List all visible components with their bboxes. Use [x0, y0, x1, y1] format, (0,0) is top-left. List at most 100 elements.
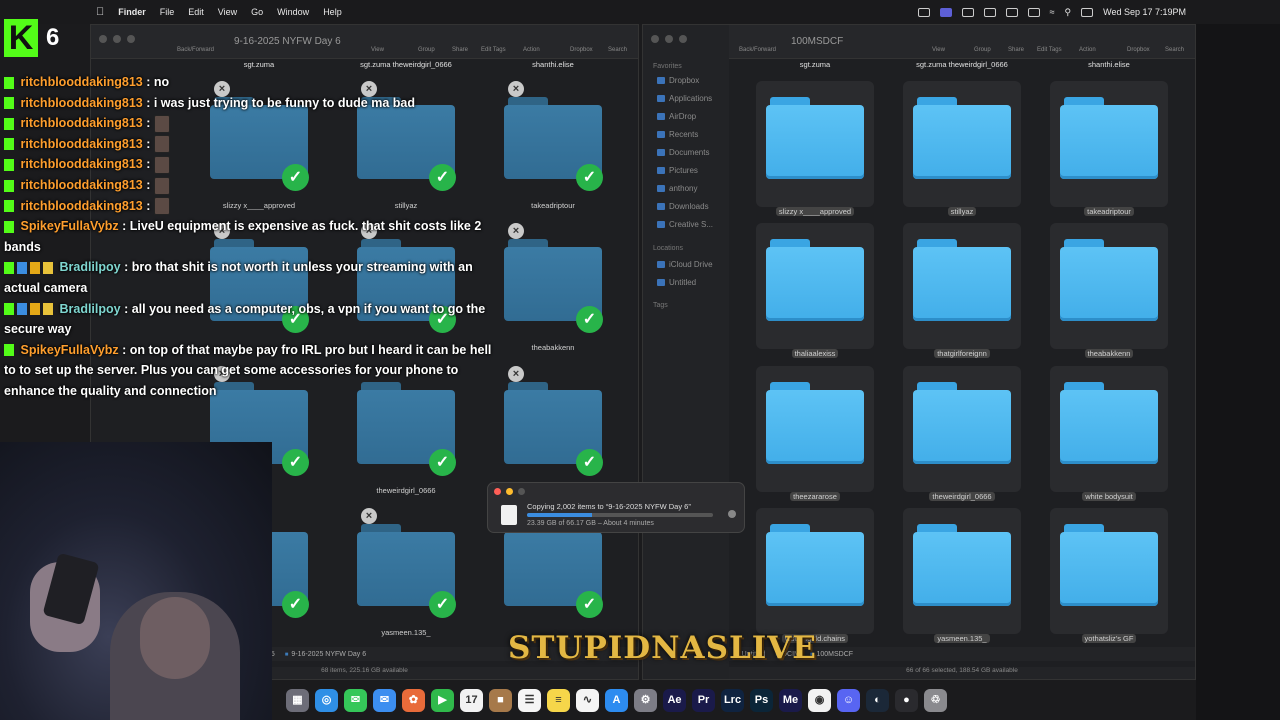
search-button[interactable]: Search	[1165, 47, 1184, 53]
share-button[interactable]: Share	[1008, 47, 1024, 53]
folder-icon[interactable]	[766, 97, 864, 179]
minimize-button[interactable]	[665, 35, 673, 43]
launchpad-icon[interactable]: ▦	[286, 688, 309, 712]
back-forward-button[interactable]: Back/Forward	[739, 47, 776, 53]
close-icon[interactable]: ×	[508, 81, 524, 97]
chat-username[interactable]: SpikeyFullaVybz	[20, 343, 118, 357]
chat-username[interactable]: ritchblooddaking813	[20, 116, 142, 130]
folder-icon[interactable]	[1060, 97, 1158, 179]
sidebar-item-dropbox[interactable]: Dropbox	[657, 76, 699, 85]
zoom-button[interactable]	[679, 35, 687, 43]
search-button[interactable]: Search	[608, 47, 627, 53]
folder-icon[interactable]	[1060, 524, 1158, 606]
system-settings-icon[interactable]: ⚙	[634, 688, 657, 712]
minimize-button[interactable]	[113, 35, 121, 43]
photos-icon[interactable]: ✿	[402, 688, 425, 712]
search-icon[interactable]: ⚲	[1065, 7, 1072, 18]
obs-icon[interactable]: ●	[895, 688, 918, 712]
reminders-icon[interactable]: ☰	[518, 688, 541, 712]
close-button[interactable]	[494, 488, 501, 495]
contacts-icon[interactable]: ■	[489, 688, 512, 712]
chat-username[interactable]: ritchblooddaking813	[20, 178, 142, 192]
freeform-icon[interactable]: ∿	[576, 688, 599, 712]
menu-go[interactable]: Go	[251, 7, 263, 17]
photoshop-icon[interactable]: Ps	[750, 688, 773, 712]
close-icon[interactable]: ×	[361, 508, 377, 524]
view-button[interactable]: View	[932, 47, 945, 53]
folder-icon[interactable]	[1060, 239, 1158, 321]
close-button[interactable]	[99, 35, 107, 43]
sidebar-item-downloads[interactable]: Downloads	[657, 202, 709, 211]
sidebar-item-untitled[interactable]: Untitled	[657, 278, 696, 287]
folder-icon[interactable]	[913, 97, 1011, 179]
app-store-icon[interactable]: A	[605, 688, 628, 712]
stop-copy-icon[interactable]	[728, 510, 736, 518]
menu-edit[interactable]: Edit	[188, 7, 204, 17]
folder-icon[interactable]	[766, 382, 864, 464]
mail-icon[interactable]: ✉	[373, 688, 396, 712]
edit-tags-button[interactable]: Edit Tags	[1037, 47, 1062, 53]
action-button[interactable]: Action	[1079, 47, 1096, 53]
sidebar-item-creative-s[interactable]: Creative S...	[657, 220, 713, 229]
zoom-button[interactable]	[518, 488, 525, 495]
menubar-clock[interactable]: Wed Sep 17 7:19PM	[1103, 7, 1186, 17]
media-encoder-icon[interactable]: Me	[779, 688, 802, 712]
status-icon[interactable]	[961, 7, 974, 17]
battery-icon[interactable]	[1027, 7, 1040, 17]
screen-record-icon[interactable]	[939, 7, 952, 17]
chat-username[interactable]: Bradlilpoy	[59, 302, 120, 316]
chrome-icon[interactable]: ◉	[808, 688, 831, 712]
view-button[interactable]: View	[371, 47, 384, 53]
zoom-button[interactable]	[127, 35, 135, 43]
notes-icon[interactable]: ≡	[547, 688, 570, 712]
folder-icon[interactable]	[913, 382, 1011, 464]
calendar-icon[interactable]: 17	[460, 688, 483, 712]
menu-help[interactable]: Help	[323, 7, 342, 17]
folder-icon[interactable]	[913, 524, 1011, 606]
chat-username[interactable]: Bradlilpoy	[59, 260, 120, 274]
share-button[interactable]: Share	[452, 47, 468, 53]
chat-username[interactable]: ritchblooddaking813	[20, 157, 142, 171]
close-button[interactable]	[651, 35, 659, 43]
sidebar-item-applications[interactable]: Applications	[657, 94, 712, 103]
edit-tags-button[interactable]: Edit Tags	[481, 47, 506, 53]
folder-icon[interactable]	[766, 524, 864, 606]
sidebar-item-documents[interactable]: Documents	[657, 148, 709, 157]
chat-username[interactable]: ritchblooddaking813	[20, 137, 142, 151]
menu-view[interactable]: View	[218, 7, 237, 17]
chat-username[interactable]: SpikeyFullaVybz	[20, 219, 118, 233]
discord-icon[interactable]: ☺	[837, 688, 860, 712]
group-button[interactable]: Group	[974, 47, 991, 53]
messages-icon[interactable]: ✉	[344, 688, 367, 712]
apple-menu-icon[interactable]: 	[96, 6, 104, 18]
chat-username[interactable]: ritchblooddaking813	[20, 96, 142, 110]
action-button[interactable]: Action	[523, 47, 540, 53]
after-effects-icon[interactable]: Ae	[663, 688, 686, 712]
folder-icon[interactable]	[913, 239, 1011, 321]
steam-icon[interactable]: ◐	[866, 688, 889, 712]
lightroom-classic-icon[interactable]: Lrc	[721, 688, 744, 712]
status-icon[interactable]	[917, 7, 930, 17]
wifi-icon[interactable]: ≈	[1050, 7, 1055, 17]
sidebar-item-anthony[interactable]: anthony	[657, 184, 697, 193]
menu-window[interactable]: Window	[277, 7, 309, 17]
sidebar-item-icloud-drive[interactable]: iCloud Drive	[657, 260, 713, 269]
group-button[interactable]: Group	[418, 47, 435, 53]
sidebar-item-recents[interactable]: Recents	[657, 130, 698, 139]
menu-file[interactable]: File	[160, 7, 175, 17]
folder-icon[interactable]	[1060, 382, 1158, 464]
dropbox-button[interactable]: Dropbox	[1127, 47, 1150, 53]
back-forward-button[interactable]: Back/Forward	[177, 47, 214, 53]
chat-username[interactable]: ritchblooddaking813	[20, 199, 142, 213]
path-segment[interactable]: 9-16-2025 NYFW Day 6	[285, 651, 366, 658]
control-center-icon[interactable]	[1081, 7, 1094, 17]
status-icon[interactable]	[983, 7, 996, 17]
folder-icon[interactable]	[766, 239, 864, 321]
close-icon[interactable]: ×	[508, 223, 524, 239]
premiere-icon[interactable]: Pr	[692, 688, 715, 712]
status-icon[interactable]	[1005, 7, 1018, 17]
dropbox-button[interactable]: Dropbox	[570, 47, 593, 53]
close-icon[interactable]: ×	[508, 366, 524, 382]
facetime-icon[interactable]: ▶	[431, 688, 454, 712]
sidebar-item-pictures[interactable]: Pictures	[657, 166, 698, 175]
